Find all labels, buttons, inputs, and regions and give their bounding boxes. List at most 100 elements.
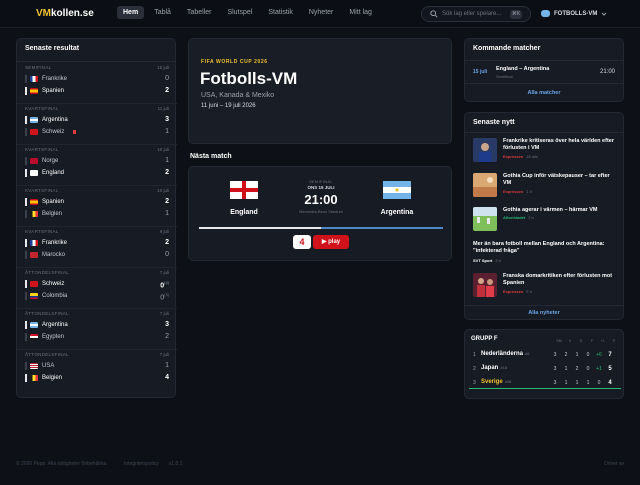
news-headline: Gothia agerar i värmen – härmar VM xyxy=(503,207,598,213)
tv4-logo[interactable]: 4 xyxy=(293,235,311,249)
away-team-name: Argentina xyxy=(380,209,414,216)
winner-indicator xyxy=(25,116,27,124)
hero-subtitle: USA, Kanada & Mexiko xyxy=(201,92,275,99)
team-score: 0 xyxy=(165,75,169,82)
search-input[interactable]: Sök lag eller spelare... ⌘K xyxy=(421,6,531,22)
next-match-card[interactable]: England SEMIFINAL ONS 15 JULI 21:00 Merc… xyxy=(188,166,452,261)
team-score: 3 xyxy=(165,116,169,123)
points: 5 xyxy=(608,366,612,372)
match-countdown-bar xyxy=(199,227,443,229)
footer-powered-by: Drivet av xyxy=(604,461,624,467)
footer-link-privacy[interactable]: Integritetspolicy xyxy=(124,461,159,467)
hero-title: Fotbolls-VM xyxy=(200,69,298,88)
divider xyxy=(17,185,177,186)
group-table-row[interactable]: 2 Japan #18 3 1 2 0 +1 5 xyxy=(469,362,621,375)
table-position: 2 xyxy=(473,366,476,372)
red-card-icon xyxy=(73,130,76,134)
divider xyxy=(17,103,177,104)
country-flag-icon xyxy=(30,129,38,135)
news-item[interactable]: Gothia Cup inför vätskepauser – tar efte… xyxy=(473,173,617,201)
nav-item-statistik[interactable]: Statistik xyxy=(262,6,299,19)
nav-item-nyheter[interactable]: Nyheter xyxy=(303,6,340,19)
news-item[interactable]: Frankrike kritiseras över hela världen e… xyxy=(473,138,617,166)
news-source: Aftonbladet 2 h xyxy=(503,215,534,220)
team-score: 2 xyxy=(165,87,169,94)
team-name: Japan #18 xyxy=(481,365,508,371)
news-thumbnail xyxy=(473,173,497,197)
upcoming-time: 21:00 xyxy=(599,69,615,75)
team-name: Frankrike xyxy=(42,76,68,82)
result-match[interactable]: KVARTSFINAL 10 juli Norge 1 England 2 xyxy=(17,147,177,186)
country-flag-icon xyxy=(30,322,38,328)
group-table: GRUPP F SM V O F +/- P 1 Nederländerna #6… xyxy=(464,329,624,399)
points: 4 xyxy=(608,380,612,386)
match-date: 7 juli xyxy=(159,352,169,357)
result-match[interactable]: SEMIFINAL 15 juli Frankrike 0 Spanien 2 xyxy=(17,65,177,104)
country-flag-icon xyxy=(30,293,38,299)
match-date: 10 juli xyxy=(157,188,169,193)
result-match[interactable]: KVARTSFINAL 10 juli Spanien 2 Belgien 1 xyxy=(17,188,177,227)
team-name: Sverige #38 xyxy=(481,379,512,385)
winner-indicator xyxy=(25,292,27,300)
winner-indicator xyxy=(25,169,27,177)
team-name: USA xyxy=(42,363,55,369)
match-stage: KVARTSFINAL xyxy=(25,229,59,234)
team-name: Spanien xyxy=(42,88,65,94)
nav-item-hem[interactable]: Hem xyxy=(117,6,145,19)
winner-indicator xyxy=(25,157,27,165)
result-match[interactable]: ÅTTONDELSFINAL 7 juli USA 1 Belgien 4 xyxy=(25,352,169,390)
news-thumbnail xyxy=(473,273,497,297)
upcoming-matches-panel: Kommande matcher 15 juli England – Argen… xyxy=(464,38,624,102)
winner-indicator xyxy=(25,198,27,206)
tv4-play-button[interactable]: ▶ play xyxy=(313,235,349,249)
match-stage: SEMIFINAL xyxy=(25,65,52,70)
team-name: Frankrike xyxy=(42,240,68,246)
group-table-row[interactable]: 3 Sverige #38 3 1 1 1 0 4 xyxy=(469,376,621,389)
chevron-down-icon xyxy=(601,12,607,16)
all-matches-link[interactable]: Alla matcher xyxy=(465,90,623,96)
winner-indicator xyxy=(25,280,27,288)
team-score: 2 xyxy=(165,239,169,246)
team-name: Belgien xyxy=(42,211,63,217)
nav-item-slutspel[interactable]: Slutspel xyxy=(221,6,258,19)
country-flag-icon xyxy=(30,334,38,340)
group-table-row[interactable]: 1 Nederländerna #6 3 2 1 0 +6 7 xyxy=(469,348,621,361)
divider xyxy=(465,83,623,84)
divider xyxy=(17,226,177,227)
upcoming-teams[interactable]: England – Argentina xyxy=(496,66,549,72)
nav-item-tabeller[interactable]: Tabeller xyxy=(181,6,218,19)
search-shortcut: ⌘K xyxy=(510,10,522,19)
column-header: O xyxy=(579,339,583,343)
draws: 1 xyxy=(575,380,579,386)
match-date: 7 juli xyxy=(159,311,169,316)
result-match[interactable]: KVARTSFINAL 9 juli Frankrike 2 Marocko 0 xyxy=(17,229,177,268)
footer: © 2026 Pepp. Alla rättigheter förbehålln… xyxy=(0,450,640,480)
tournament-selector[interactable]: FOTBOLLS-VM xyxy=(541,10,607,17)
winner-indicator xyxy=(25,333,27,341)
wins: 2 xyxy=(564,352,568,358)
country-flag-icon xyxy=(30,375,38,381)
nav-item-mitt-lag[interactable]: Mitt lag xyxy=(343,6,378,19)
country-flag-icon xyxy=(30,199,38,205)
news-headline: Frankrike kritiseras över hela världen e… xyxy=(503,138,614,151)
winner-indicator xyxy=(25,362,27,370)
upcoming-title: Kommande matcher xyxy=(473,45,541,52)
result-match[interactable]: ÅTTONDELSFINAL 7 juli Argentina 3 Egypte… xyxy=(17,311,177,350)
divider xyxy=(17,61,175,62)
news-item[interactable]: Gothia agerar i värmen – härmar VM Afton… xyxy=(473,207,617,235)
team-score: 2 xyxy=(165,333,169,340)
wins: 1 xyxy=(564,366,568,372)
news-item[interactable]: Mer än bara fotboll mellan England och A… xyxy=(473,241,617,265)
upcoming-date: 15 juli xyxy=(473,69,488,75)
result-team-row: Argentina 3 xyxy=(25,320,169,330)
logo-text: kollen.se xyxy=(51,8,94,19)
search-icon xyxy=(430,10,438,18)
country-flag-icon xyxy=(30,363,38,369)
news-item[interactable]: Franska domarkritiken efter förlusten mo… xyxy=(473,273,617,301)
all-news-link[interactable]: Alla nyheter xyxy=(465,310,623,316)
nav-item-tabla[interactable]: Tablå xyxy=(148,6,177,19)
result-match[interactable]: ÅTTONDELSFINAL 7 juli Schweiz 0(4) Colom… xyxy=(17,270,177,309)
result-team-row: Frankrike 0 xyxy=(25,74,169,84)
result-match[interactable]: KVARTSFINAL 11 juli Argentina 3 Schweiz … xyxy=(17,106,177,145)
site-logo[interactable]: VMkollen.se xyxy=(36,8,94,19)
